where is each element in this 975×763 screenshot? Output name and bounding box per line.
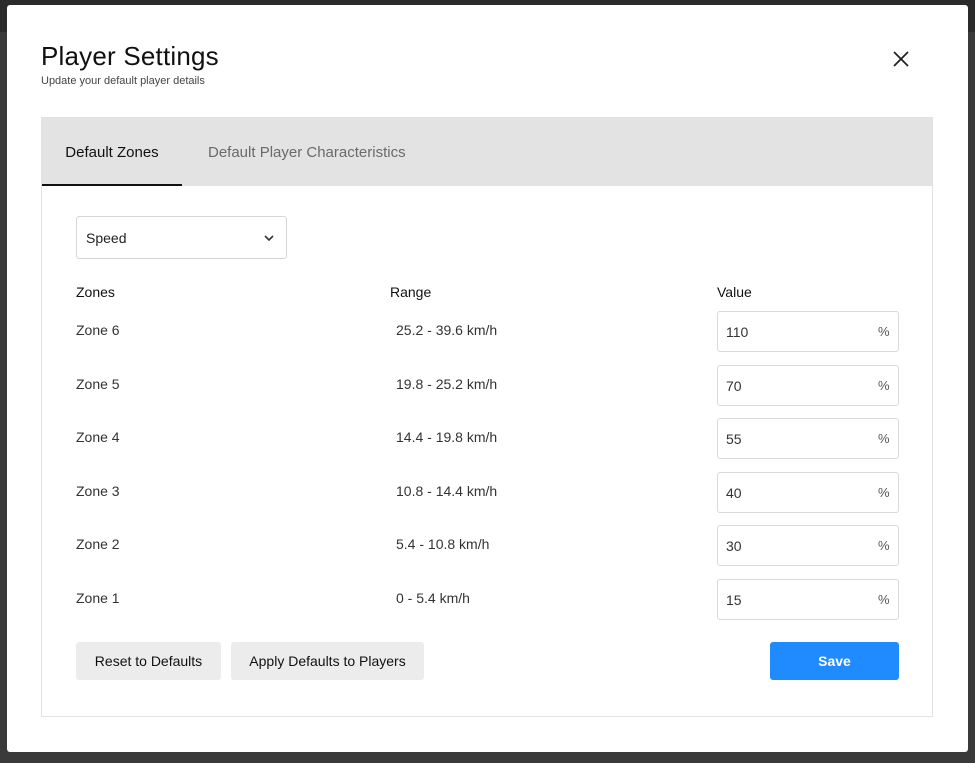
zone-range: 5.4 - 10.8 km/h xyxy=(396,536,490,552)
column-header-zones: Zones xyxy=(76,284,115,300)
zone-range: 0 - 5.4 km/h xyxy=(396,590,470,606)
zone-value-input[interactable] xyxy=(718,312,868,351)
zone-label: Zone 4 xyxy=(76,429,120,445)
zone-value-input[interactable] xyxy=(718,526,868,565)
percent-unit: % xyxy=(878,538,890,553)
column-header-range: Range xyxy=(390,284,432,300)
close-icon xyxy=(893,51,909,67)
zone-label: Zone 6 xyxy=(76,322,120,338)
save-button[interactable]: Save xyxy=(770,642,899,680)
chevron-down-icon xyxy=(264,235,274,242)
column-header-value: Value xyxy=(717,284,752,300)
percent-unit: % xyxy=(878,431,890,446)
zone-value-field: % xyxy=(717,311,899,352)
reset-to-defaults-button[interactable]: Reset to Defaults xyxy=(76,642,221,680)
zone-label: Zone 5 xyxy=(76,376,120,392)
percent-unit: % xyxy=(878,324,890,339)
zone-value-field: % xyxy=(717,472,899,513)
settings-panel: Default Zones Default Player Characteris… xyxy=(41,117,933,717)
metric-select-value: Speed xyxy=(86,230,127,246)
zone-range: 19.8 - 25.2 km/h xyxy=(396,376,498,392)
metric-select[interactable]: Speed xyxy=(76,216,287,259)
tab-bar: Default Zones Default Player Characteris… xyxy=(42,118,932,186)
zone-range: 10.8 - 14.4 km/h xyxy=(396,483,498,499)
percent-unit: % xyxy=(878,592,890,607)
tab-default-player-characteristics[interactable]: Default Player Characteristics xyxy=(208,118,406,186)
zone-label: Zone 3 xyxy=(76,483,120,499)
zone-value-field: % xyxy=(717,365,899,406)
player-settings-modal: Player Settings Update your default play… xyxy=(7,5,968,752)
zone-range: 25.2 - 39.6 km/h xyxy=(396,322,498,338)
tab-default-zones[interactable]: Default Zones xyxy=(42,118,182,186)
zone-value-input[interactable] xyxy=(718,580,868,619)
percent-unit: % xyxy=(878,485,890,500)
modal-title: Player Settings xyxy=(41,41,219,71)
apply-defaults-button[interactable]: Apply Defaults to Players xyxy=(231,642,424,680)
zone-value-input[interactable] xyxy=(718,419,868,458)
zone-value-input[interactable] xyxy=(718,473,868,512)
zone-value-field: % xyxy=(717,525,899,566)
zone-label: Zone 2 xyxy=(76,536,120,552)
percent-unit: % xyxy=(878,378,890,393)
modal-subtitle: Update your default player details xyxy=(41,75,205,87)
close-button[interactable] xyxy=(887,45,915,73)
zone-range: 14.4 - 19.8 km/h xyxy=(396,429,498,445)
zone-value-input[interactable] xyxy=(718,366,868,405)
zone-value-field: % xyxy=(717,579,899,620)
zone-label: Zone 1 xyxy=(76,590,120,606)
zone-value-field: % xyxy=(717,418,899,459)
